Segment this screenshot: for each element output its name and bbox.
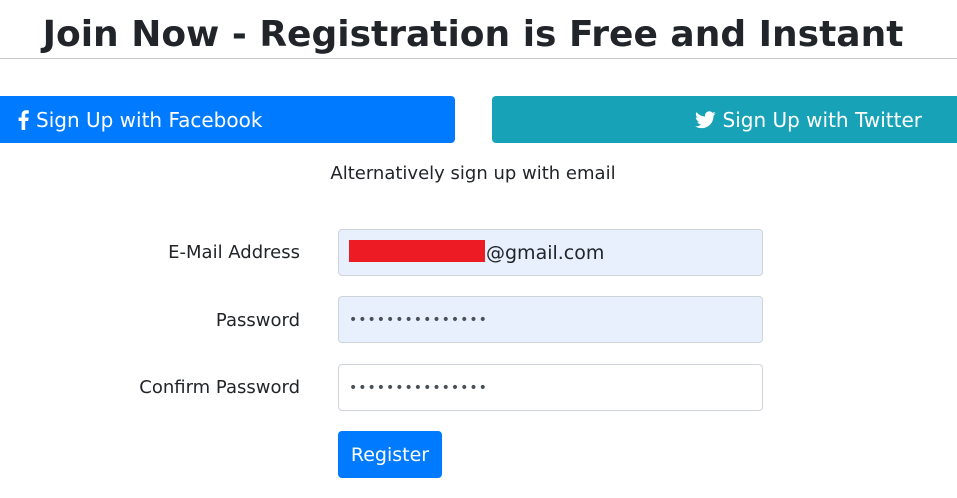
registration-page: Join Now - Registration is Free and Inst… xyxy=(0,0,957,498)
page-title: Join Now - Registration is Free and Inst… xyxy=(42,14,904,55)
alternative-signup-text: Alternatively sign up with email xyxy=(330,163,616,184)
password-value: ••••••••••••••• xyxy=(349,311,488,328)
twitter-icon xyxy=(695,110,717,129)
confirm-password-value: ••••••••••••••• xyxy=(349,379,488,396)
header-divider xyxy=(0,58,957,59)
redaction-mark xyxy=(349,239,485,262)
confirm-password-field[interactable]: ••••••••••••••• xyxy=(338,364,763,411)
facebook-signup-label: Sign Up with Facebook xyxy=(36,107,263,132)
facebook-icon xyxy=(16,109,30,130)
twitter-signup-label: Sign Up with Twitter xyxy=(722,107,923,132)
facebook-signup-button[interactable]: Sign Up with Facebook xyxy=(0,96,455,143)
email-value: @gmail.com xyxy=(486,241,605,264)
confirm-password-label: Confirm Password xyxy=(139,377,300,398)
register-button[interactable]: Register xyxy=(338,431,442,478)
email-label: E-Mail Address xyxy=(168,242,300,263)
twitter-signup-button[interactable]: Sign Up with Twitter xyxy=(492,96,957,143)
password-field[interactable]: ••••••••••••••• xyxy=(338,296,763,343)
password-label: Password xyxy=(215,310,300,331)
email-field[interactable]: @gmail.com xyxy=(338,229,763,276)
